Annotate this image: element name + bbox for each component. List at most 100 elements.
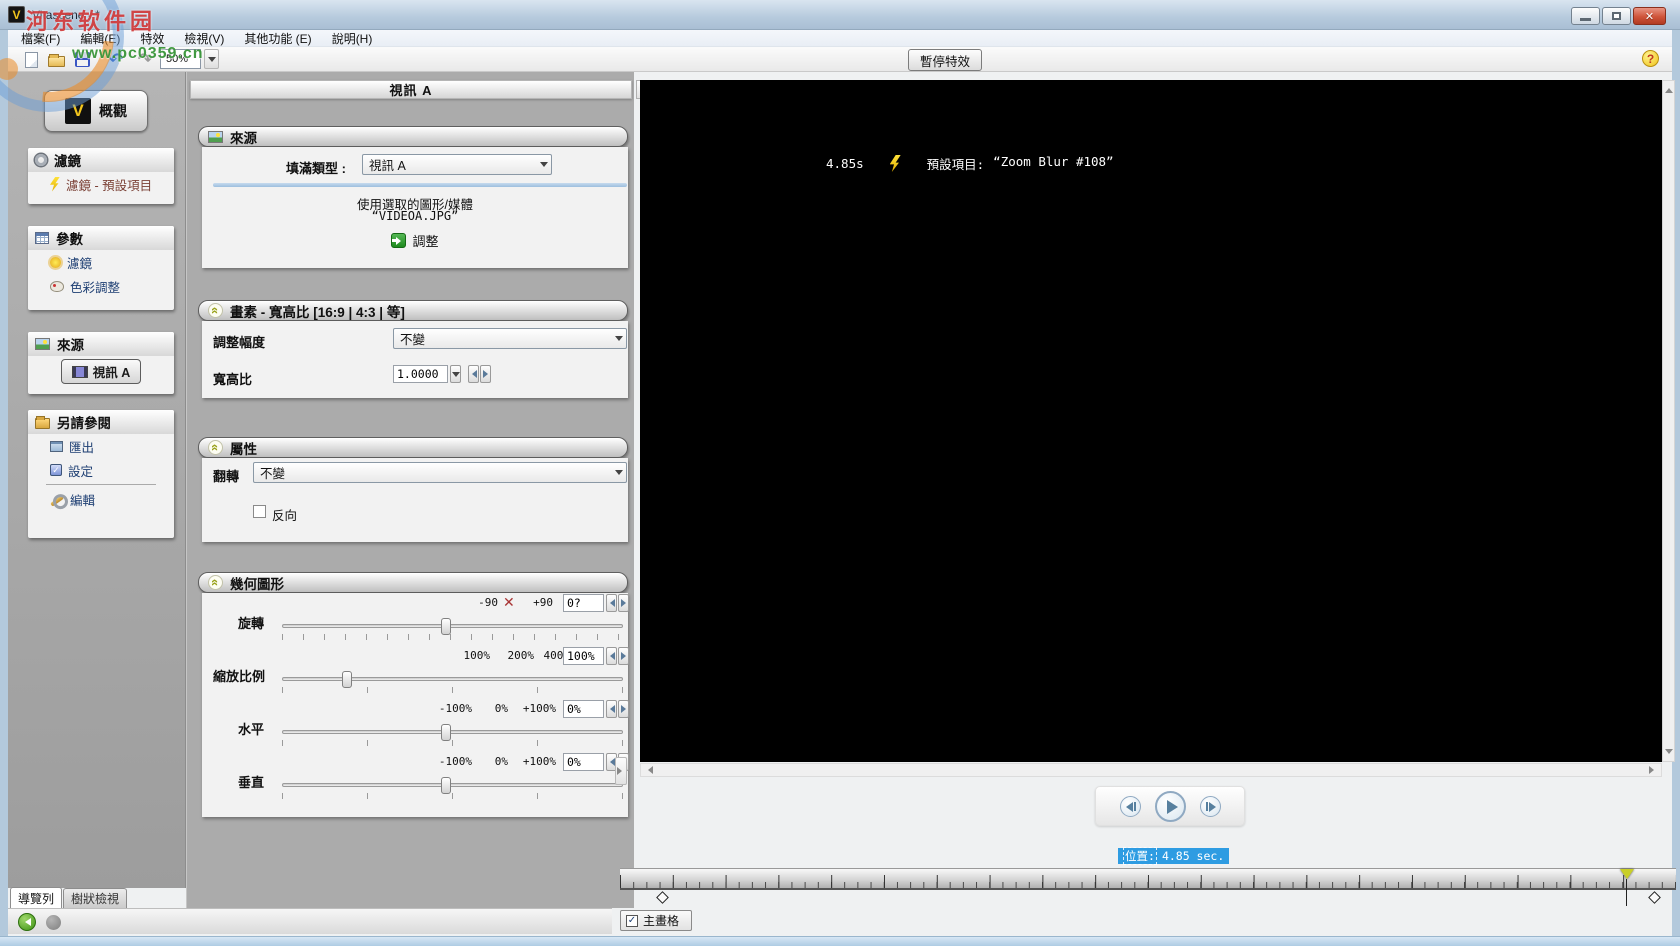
rotation-slider[interactable] bbox=[282, 624, 623, 628]
horizontal-value-input[interactable] bbox=[563, 700, 604, 718]
slider-ticks bbox=[282, 634, 624, 640]
redo-button[interactable]: ↷ bbox=[134, 49, 156, 70]
tab-navigator[interactable]: 導覽列 bbox=[10, 887, 62, 908]
timeline-ruler[interactable] bbox=[620, 868, 1676, 890]
playhead-icon[interactable] bbox=[1620, 869, 1634, 886]
spin-left-button[interactable] bbox=[606, 594, 617, 612]
scroll-right-icon bbox=[1649, 766, 1658, 774]
preset-label: 預設項目: bbox=[927, 154, 985, 173]
back-button[interactable] bbox=[18, 913, 36, 931]
slider-thumb[interactable] bbox=[441, 618, 451, 635]
maximize-icon bbox=[1612, 12, 1621, 20]
help-icon[interactable]: ? bbox=[1642, 50, 1659, 67]
step-back-icon bbox=[1126, 802, 1133, 812]
collapse-chevron-icon[interactable]: « bbox=[208, 303, 223, 318]
menu-view[interactable]: 檢視(V) bbox=[175, 29, 233, 48]
fill-type-select[interactable]: 視訊 A bbox=[362, 154, 552, 175]
new-button[interactable] bbox=[20, 49, 42, 70]
palette-icon bbox=[50, 281, 64, 292]
keyframe-checkbox[interactable]: ✓ bbox=[626, 915, 638, 927]
tab-tree-view[interactable]: 樹狀檢視 bbox=[63, 888, 127, 908]
spin-right-button[interactable] bbox=[618, 700, 629, 718]
playhead-line bbox=[1626, 879, 1627, 906]
save-button[interactable] bbox=[71, 49, 93, 70]
sidebar-item-filter[interactable]: 濾鏡 bbox=[28, 250, 174, 274]
scale-value-input[interactable] bbox=[563, 647, 604, 665]
sidebar-item-export[interactable]: 匯出 bbox=[28, 434, 174, 458]
menu-effects[interactable]: 特效 bbox=[131, 29, 173, 48]
reset-x-icon[interactable]: ✕ bbox=[503, 595, 515, 609]
filter-section-header: 濾鏡 bbox=[28, 148, 174, 172]
slider-thumb[interactable] bbox=[441, 724, 451, 741]
vertical-label: 垂直 bbox=[238, 772, 264, 791]
scroll-down-icon bbox=[1665, 749, 1673, 758]
pause-effect-button[interactable]: 暫停特效 bbox=[908, 49, 982, 71]
menu-help[interactable]: 說明(H) bbox=[323, 29, 382, 48]
minimize-button[interactable] bbox=[1571, 7, 1600, 25]
scale-slider[interactable] bbox=[282, 677, 623, 681]
zoom-input[interactable]: 50% bbox=[160, 49, 201, 69]
sidebar-item-color-adjust[interactable]: 色彩調整 bbox=[28, 274, 174, 298]
rotation-value-input[interactable] bbox=[563, 594, 604, 612]
slider-thumb[interactable] bbox=[342, 671, 352, 688]
forward-button-disabled[interactable] bbox=[46, 915, 61, 930]
toolbar: ↶ ↷ 50% 暫停特效 ? bbox=[8, 47, 1672, 72]
spin-left-button[interactable] bbox=[468, 365, 479, 383]
open-button[interactable] bbox=[45, 49, 67, 70]
maximize-button[interactable] bbox=[1602, 7, 1631, 25]
filter-section-title: 濾鏡 bbox=[54, 150, 81, 170]
step-forward-button[interactable] bbox=[1200, 796, 1221, 817]
parameter-section-header: 參數 bbox=[28, 226, 174, 250]
spin-left-button[interactable] bbox=[606, 647, 617, 665]
aspect-ratio-input[interactable] bbox=[393, 365, 448, 383]
vertical-mark-zero: 0% bbox=[480, 755, 508, 768]
open-folder-icon bbox=[48, 56, 65, 67]
redo-icon: ↷ bbox=[138, 53, 152, 67]
geometry-group-header[interactable]: « 幾何圖形 bbox=[198, 572, 628, 593]
divider bbox=[46, 484, 156, 485]
undo-button[interactable]: ↶ bbox=[105, 49, 127, 70]
collapse-chevron-icon[interactable]: « bbox=[208, 440, 223, 455]
spin-right-button[interactable] bbox=[618, 594, 629, 612]
slider-thumb[interactable] bbox=[441, 777, 451, 794]
menu-bar: 檔案(F) 編輯(E) 特效 檢視(V) 其他功能 (E) 說明(H) bbox=[8, 30, 1672, 47]
zoom-dropdown-button[interactable] bbox=[204, 49, 219, 69]
spin-right-button[interactable] bbox=[480, 365, 491, 383]
play-button[interactable] bbox=[1155, 791, 1186, 822]
video-a-button[interactable]: 視訊 A bbox=[61, 359, 141, 384]
spin-right-button[interactable] bbox=[618, 647, 629, 665]
panel-pager-button[interactable] bbox=[615, 757, 627, 785]
horizontal-slider[interactable] bbox=[282, 730, 623, 734]
sidebar-item-filter-preset[interactable]: 濾鏡 - 預設項目 bbox=[28, 172, 174, 196]
geometry-group-title: 幾何圖形 bbox=[230, 573, 284, 593]
menu-edit[interactable]: 編輯(E) bbox=[71, 29, 129, 48]
aspect-dropdown-button[interactable] bbox=[450, 365, 461, 383]
sidebar-item-edit[interactable]: 編輯 bbox=[28, 487, 174, 511]
menu-file[interactable]: 檔案(F) bbox=[12, 29, 69, 48]
reverse-checkbox[interactable] bbox=[253, 505, 266, 518]
close-icon: ✕ bbox=[1645, 10, 1654, 23]
collapse-chevron-icon[interactable]: « bbox=[208, 575, 223, 590]
overview-button[interactable]: V 概觀 bbox=[44, 90, 148, 132]
pixel-group-header[interactable]: « 畫素 - 寬高比 [16:9 | 4:3 | 等] bbox=[198, 300, 628, 321]
rotation-label: 旋轉 bbox=[238, 613, 264, 632]
vertical-mark-max: +100% bbox=[512, 755, 556, 768]
adjust-link[interactable]: 調整 bbox=[202, 231, 628, 250]
preview-horizontal-scrollbar[interactable] bbox=[640, 763, 1662, 777]
keyframe-toggle[interactable]: ✓ 主畫格 bbox=[620, 910, 692, 931]
step-back-button[interactable] bbox=[1120, 796, 1141, 817]
flip-select[interactable]: 不變 bbox=[253, 462, 627, 483]
film-icon bbox=[72, 366, 88, 378]
preview-vertical-scrollbar[interactable] bbox=[1662, 80, 1675, 762]
slider-ticks bbox=[282, 687, 624, 693]
close-button[interactable]: ✕ bbox=[1633, 7, 1666, 25]
sidebar-item-settings[interactable]: ✓ 設定 bbox=[28, 458, 174, 482]
property-group-header[interactable]: « 屬性 bbox=[198, 437, 628, 458]
spin-left-button[interactable] bbox=[606, 700, 617, 718]
vertical-slider[interactable] bbox=[282, 783, 623, 787]
menu-other[interactable]: 其他功能 (E) bbox=[235, 29, 320, 48]
scale-mode-select[interactable]: 不變 bbox=[393, 328, 627, 349]
vertical-value-input[interactable] bbox=[563, 753, 604, 771]
source-group-header[interactable]: 來源 bbox=[198, 126, 628, 147]
scale-mode-label: 調整幅度 bbox=[213, 332, 265, 351]
